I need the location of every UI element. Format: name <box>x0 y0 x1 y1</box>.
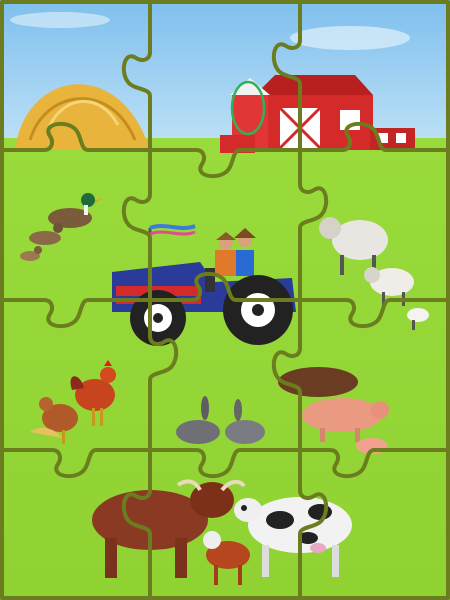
puzzle-piece-barn[interactable] <box>300 0 450 150</box>
jigsaw-puzzle-board <box>0 0 450 600</box>
puzzle-piece-sky-barn-roof[interactable] <box>150 0 300 150</box>
puzzle-piece-rabbits[interactable] <box>150 300 300 450</box>
puzzle-piece-ducks[interactable] <box>0 150 150 300</box>
puzzle-piece-haystack[interactable] <box>0 0 150 150</box>
puzzle-piece-bull-calf[interactable] <box>150 450 300 600</box>
puzzle-piece-tractor-top[interactable] <box>150 150 300 300</box>
puzzle-piece-bull-left[interactable] <box>0 450 150 600</box>
puzzle-piece-pigs[interactable] <box>300 300 450 450</box>
puzzle-piece-rooster-hen[interactable] <box>0 300 150 450</box>
puzzle-piece-sheep[interactable] <box>300 150 450 300</box>
puzzle-piece-cow[interactable] <box>300 450 450 600</box>
